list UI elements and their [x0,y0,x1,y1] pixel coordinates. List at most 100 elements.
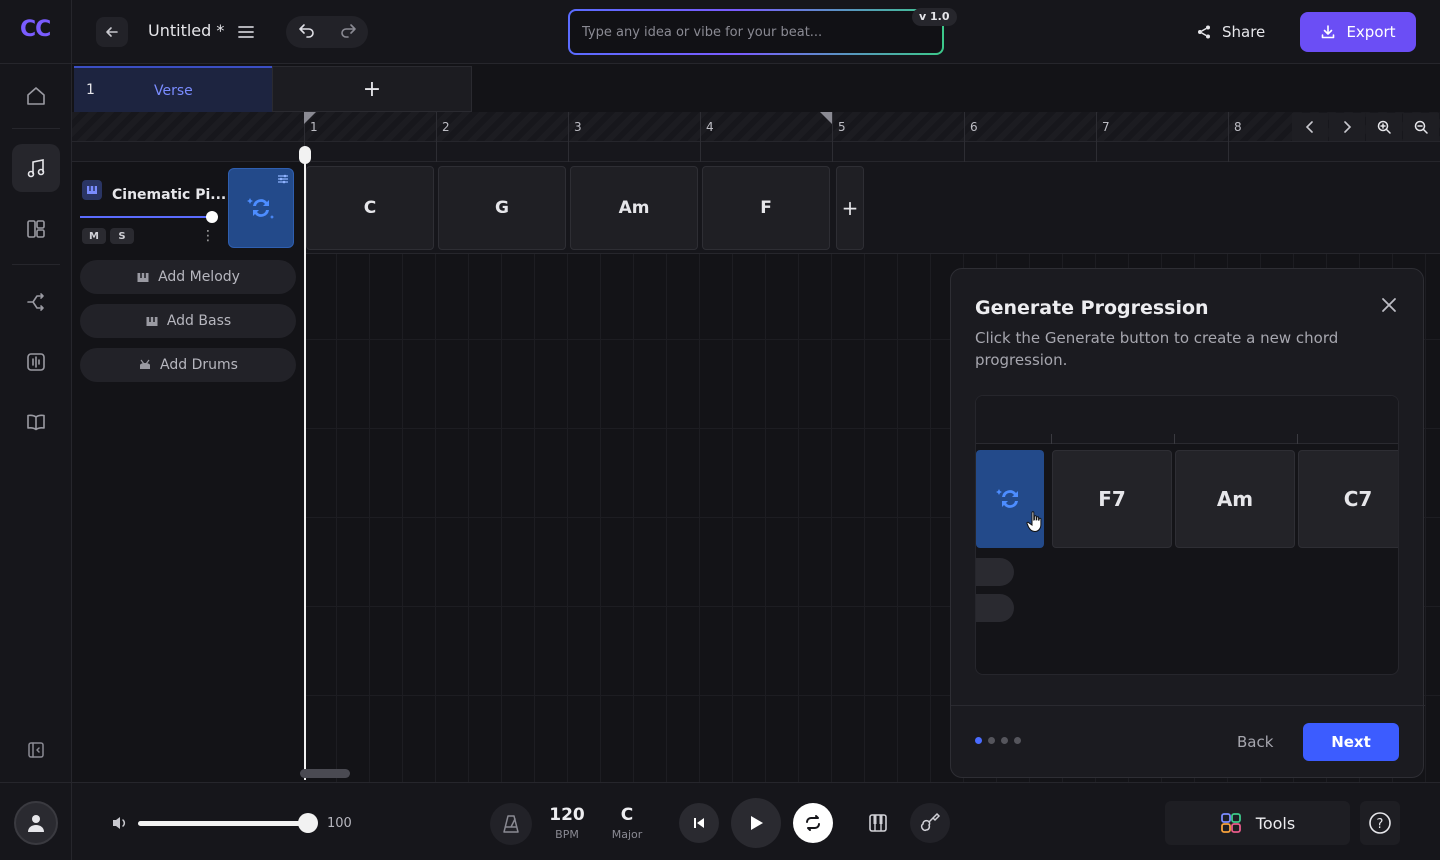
scroll-right-button[interactable] [1329,113,1365,141]
redo-button[interactable] [339,21,357,43]
nav-layout[interactable] [12,205,60,253]
track-volume-slider[interactable] [80,216,214,218]
section-tab-verse[interactable]: 1 Verse [74,66,272,112]
undo-button[interactable] [298,21,316,43]
playhead[interactable] [304,148,306,780]
redo-icon [340,24,356,38]
demo-tick [1051,434,1052,444]
collapse-sidebar-button[interactable] [12,726,60,774]
chord-block[interactable]: F [702,166,830,250]
popup-description: Click the Generate button to create a ne… [975,329,1339,369]
app-root: CC Untitled * v 1.0 Share Export [0,0,1440,860]
chevron-left-icon [1305,121,1313,133]
master-volume-value: 100 [327,816,352,831]
close-icon [1382,298,1396,312]
timeline-ruler[interactable]: 1 2 3 4 5 6 7 8 [72,112,1440,162]
sliders-icon [278,174,288,184]
close-popup-button[interactable] [1379,295,1399,315]
track-more-button[interactable]: ⋮ [200,226,216,246]
help-icon: ? [1369,812,1391,834]
generate-progression-button[interactable] [228,168,294,248]
zoom-out-button[interactable] [1403,113,1439,141]
chord-block[interactable]: Am [570,166,698,250]
horizontal-scrollbar[interactable] [300,769,350,778]
guitar-view-button[interactable] [910,803,950,843]
nav-home[interactable] [12,72,60,120]
home-icon [27,87,45,105]
metronome-button[interactable] [490,803,532,845]
nav-arrange[interactable] [12,278,60,326]
bar-line [700,112,701,162]
download-icon [1322,25,1335,39]
loop-end-marker[interactable] [820,112,832,124]
popup-back-button[interactable]: Back [1237,733,1273,751]
playhead-handle[interactable] [299,146,311,164]
play-icon [751,816,763,830]
add-bass-button[interactable]: Add Bass [80,304,296,338]
chord-block[interactable]: C [306,166,434,250]
nav-learn[interactable] [12,398,60,446]
demo-placeholder [976,558,1014,586]
beat-idea-input[interactable] [570,11,942,53]
add-section-button[interactable]: + [272,66,472,112]
add-drums-label: Add Drums [160,357,238,373]
project-title[interactable]: Untitled * [148,21,224,40]
version-badge: v 1.0 [912,8,957,26]
piano-view-button[interactable] [858,803,898,843]
demo-tick [1174,434,1175,444]
play-button[interactable] [731,798,781,848]
piano-keys-icon [869,814,887,832]
key-value[interactable]: C [608,805,646,825]
skip-to-start-button[interactable] [679,803,719,843]
section-number: 1 [86,82,95,98]
export-button[interactable]: Export [1300,12,1416,52]
add-drums-button[interactable]: Add Drums [80,348,296,382]
add-melody-button[interactable]: Add Melody [80,260,296,294]
master-volume-slider[interactable] [138,821,308,826]
refresh-sparkle-icon [996,489,1018,508]
skip-back-icon [694,818,704,828]
nav-separator [12,264,60,265]
bar-line [1228,112,1229,162]
scroll-left-button[interactable] [1292,113,1328,141]
hamburger-menu-button[interactable] [236,22,256,42]
app-logo[interactable]: CC [20,17,51,42]
music-note-icon [27,159,45,178]
section-name: Verse [154,83,193,99]
master-volume-knob[interactable] [298,813,318,833]
track-volume-knob[interactable] [206,211,218,223]
nav-mixer[interactable] [12,338,60,386]
loop-toggle-button[interactable] [793,803,833,843]
bar-line [1096,112,1097,162]
share-button[interactable]: Share [1196,20,1265,44]
user-avatar[interactable] [14,801,58,845]
add-chord-button[interactable]: + [836,166,864,250]
tempo-value[interactable]: 120 [548,805,586,825]
loop-start-marker[interactable] [304,112,316,124]
step-dot [1014,737,1021,744]
tools-button[interactable]: Tools [1165,801,1350,845]
bar-number: 7 [1102,120,1110,134]
zoom-in-button[interactable] [1366,113,1402,141]
layout-icon [27,220,45,238]
chord-track-header[interactable]: Cinematic Pi... M S ⋮ [80,170,226,252]
hand-cursor-icon [1026,511,1042,533]
volume-icon[interactable] [110,813,130,833]
piano-icon [146,317,158,326]
loop-icon [806,815,820,831]
bottom-separator [71,783,72,860]
chord-block[interactable]: G [438,166,566,250]
shuffle-icon [27,293,44,311]
popup-footer-divider [951,705,1425,706]
logo-divider [71,0,72,64]
popup-next-button[interactable]: Next [1303,723,1399,761]
back-button[interactable] [96,17,128,47]
help-button[interactable]: ? [1360,801,1400,845]
tempo-label: BPM [555,828,579,841]
collapse-panel-icon [28,742,44,758]
nav-music[interactable] [12,144,60,192]
solo-button[interactable]: S [110,228,134,244]
top-bar: CC Untitled * v 1.0 Share Export [0,0,1440,64]
mute-button[interactable]: M [82,228,106,244]
demo-tick [1297,434,1298,444]
